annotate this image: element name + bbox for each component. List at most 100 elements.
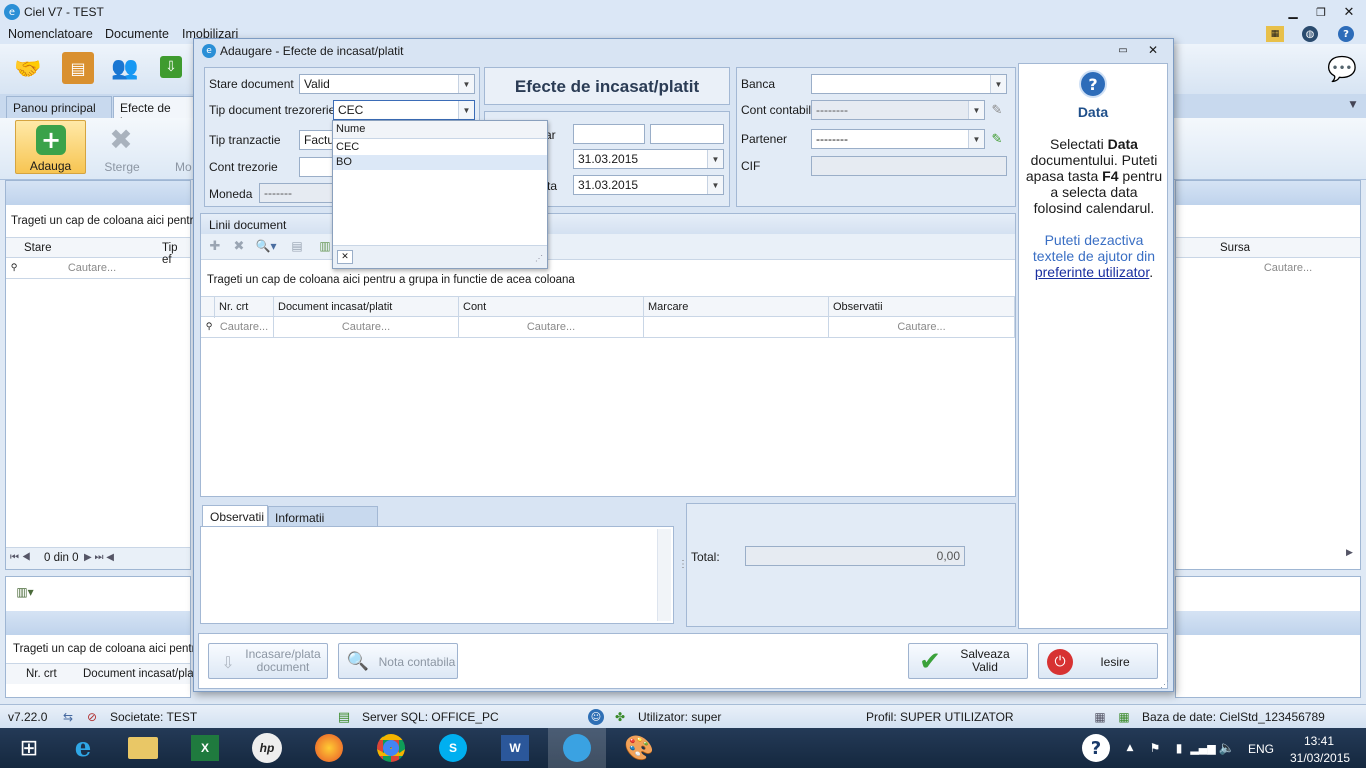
pager-next-icon[interactable]: ▶ ⏭ ◀	[84, 552, 114, 563]
dropdown-option-bo[interactable]: BO	[333, 155, 547, 170]
scrollbar[interactable]	[657, 529, 671, 621]
preferinte-link[interactable]: preferinte utilizator	[1035, 264, 1149, 280]
cont-contabil-select[interactable]: -------- ▼	[811, 100, 985, 120]
hp-icon[interactable]: hp	[238, 728, 296, 768]
tip-document-select[interactable]: CEC ▼	[333, 100, 475, 120]
signal-icon[interactable]: ▂▄▆	[1190, 740, 1215, 756]
menu-item-documente[interactable]: Documente	[105, 27, 169, 41]
chevron-down-icon[interactable]: ▼	[990, 75, 1006, 93]
search-input[interactable]: Cautare...	[24, 262, 160, 274]
edit-pencil-icon[interactable]: ✎	[987, 100, 1007, 120]
ie-icon[interactable]: e	[54, 728, 112, 768]
flag-icon[interactable]: ⚑	[1146, 740, 1164, 756]
delete-button[interactable]: ✖ Sterge	[92, 120, 152, 175]
filter-document[interactable]: Cautare...	[274, 317, 459, 338]
firefox-icon[interactable]	[300, 728, 358, 768]
grid-options-icon[interactable]: ▥▾	[12, 583, 38, 601]
incasare-button[interactable]: ⇩ Incasare/plata document	[208, 643, 328, 679]
volume-icon[interactable]: 🔈	[1218, 740, 1236, 756]
search-icon[interactable]: 🔍▾	[253, 238, 279, 254]
help-taskbar-icon[interactable]: ?	[1082, 734, 1110, 762]
add-line-icon[interactable]: ✚	[207, 238, 223, 254]
scroll-right-icon[interactable]: ▶	[1346, 547, 1360, 569]
dialog-restore-icon[interactable]: ▭	[1116, 43, 1130, 57]
column-nr-crt[interactable]: Nr. crt	[26, 668, 57, 680]
lock-icon[interactable]: ▦	[1266, 26, 1284, 42]
language-indicator[interactable]: ENG	[1248, 742, 1274, 756]
chevron-down-icon[interactable]: ▼	[707, 176, 723, 194]
column-stare[interactable]: Stare	[24, 242, 52, 254]
columns-icon[interactable]: ▥	[317, 238, 333, 254]
menu-item-nomenclatoare[interactable]: Nomenclatoare	[8, 27, 93, 41]
chrome-icon[interactable]	[362, 728, 420, 768]
column-document[interactable]: Document incasat/platit	[274, 297, 459, 318]
cif-input[interactable]	[811, 156, 1007, 176]
scadenta-input[interactable]: 31.03.2015 ▼	[573, 175, 724, 195]
restore-icon[interactable]: ❐	[1312, 3, 1330, 21]
moneda-select[interactable]: -------	[259, 183, 339, 203]
column-sursa[interactable]: Sursa	[1220, 242, 1250, 254]
update-icon[interactable]: ◍	[1302, 26, 1318, 42]
excel-icon[interactable]: X	[176, 728, 234, 768]
observatii-textarea[interactable]	[200, 526, 674, 624]
chevron-down-icon[interactable]: ▼	[707, 150, 723, 168]
search-input[interactable]: Cautare...	[1220, 262, 1356, 274]
battery-icon[interactable]: ▮	[1170, 740, 1188, 756]
banca-select[interactable]: ▼	[811, 74, 1007, 94]
skype-icon[interactable]: S	[424, 728, 482, 768]
delete-line-icon[interactable]: ✖	[231, 238, 247, 254]
nota-contabila-button[interactable]: 🔍 Nota contabila	[338, 643, 458, 679]
filter-nr-crt[interactable]: Cautare...	[215, 317, 274, 338]
handshake-icon[interactable]: 🤝	[10, 56, 46, 82]
print-icon[interactable]: ▤	[289, 238, 305, 254]
filter-observatii[interactable]: Cautare...	[829, 317, 1015, 338]
explorer-icon[interactable]	[114, 728, 172, 768]
tab-efecte[interactable]: Efecte de incas	[113, 96, 195, 129]
chevron-down-icon[interactable]: ▼	[968, 130, 984, 148]
cart-icon[interactable]: ▤	[62, 52, 94, 84]
data-input[interactable]: 31.03.2015 ▼	[573, 149, 724, 169]
windows-start-icon[interactable]: ⊞	[0, 728, 58, 768]
word-icon[interactable]: W	[486, 728, 544, 768]
tab-observatii[interactable]: Observatii	[202, 505, 268, 527]
users-icon[interactable]: 👥	[108, 52, 142, 84]
column-document[interactable]: Document incasat/plat	[83, 668, 197, 680]
partener-select[interactable]: -------- ▼	[811, 129, 985, 149]
chevron-down-icon[interactable]: ▼	[458, 101, 474, 119]
column-observatii[interactable]: Observatii	[829, 297, 1015, 318]
paint-icon[interactable]: 🎨	[610, 728, 668, 768]
clear-icon[interactable]: ✕	[337, 250, 353, 264]
close-icon[interactable]: ✕	[1340, 3, 1358, 21]
salveaza-button[interactable]: ✔ Salveaza Valid	[908, 643, 1028, 679]
serie-input[interactable]	[573, 124, 645, 144]
iesire-button[interactable]: ⏻ Iesire	[1038, 643, 1158, 679]
filter-marcare[interactable]	[644, 317, 829, 338]
minimize-icon[interactable]: ▁	[1284, 3, 1302, 21]
resize-grip[interactable]: ⋰	[1160, 679, 1169, 690]
chevron-down-icon[interactable]: ▼	[458, 75, 474, 93]
chevron-down-icon[interactable]: ▼	[1346, 98, 1360, 112]
pager-first-icon[interactable]: ⏮ ◀	[10, 552, 31, 563]
tray-up-icon[interactable]: ▲	[1122, 740, 1138, 756]
chat-icon[interactable]: 💬	[1326, 54, 1358, 84]
tab-panou-principal[interactable]: Panou principal	[6, 96, 112, 118]
resize-grip-icon[interactable]: ⋰	[535, 254, 543, 263]
column-cont[interactable]: Cont	[459, 297, 644, 318]
clock-date[interactable]: 31/03/2015	[1290, 751, 1350, 765]
column-marcare[interactable]: Marcare	[644, 297, 829, 318]
clock-time[interactable]: 13:41	[1304, 734, 1334, 748]
tab-informatii[interactable]: Informatii aditionale	[268, 506, 378, 539]
download-icon[interactable]: ⇩	[160, 56, 182, 78]
dropdown-option-cec[interactable]: CEC	[333, 140, 547, 155]
dialog-close-icon[interactable]: ✕	[1146, 43, 1160, 57]
add-button[interactable]: + Adauga	[15, 120, 86, 174]
modify-button[interactable]: Mo	[165, 120, 193, 174]
stare-document-select[interactable]: Valid ▼	[299, 74, 475, 94]
edit-pencil-green-icon[interactable]: ✎	[987, 129, 1007, 149]
numar-input[interactable]	[650, 124, 724, 144]
filter-cont[interactable]: Cautare...	[459, 317, 644, 338]
column-nr-crt[interactable]: Nr. crt	[215, 297, 274, 318]
ciel-taskbar-icon[interactable]	[548, 728, 606, 768]
help-icon[interactable]: ?	[1338, 26, 1354, 42]
chevron-down-icon[interactable]: ▼	[968, 101, 984, 119]
